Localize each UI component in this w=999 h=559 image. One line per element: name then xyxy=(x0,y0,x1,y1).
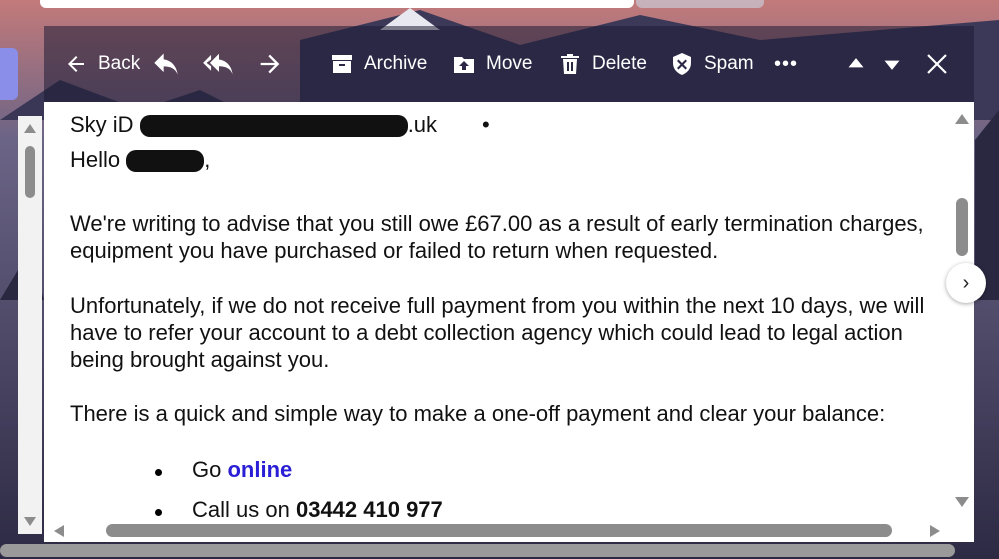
spam-label: Spam xyxy=(704,53,754,74)
redaction-mark xyxy=(139,115,408,138)
back-button[interactable]: Back xyxy=(64,26,140,102)
archive-icon xyxy=(332,55,352,73)
greeting-suffix: , xyxy=(204,147,211,172)
paragraph-payment: There is a quick and simple way to make … xyxy=(70,401,886,426)
scrollbar-thumb[interactable] xyxy=(106,524,892,537)
reply-all-button[interactable] xyxy=(202,26,236,102)
separator-dot: • xyxy=(482,112,490,137)
more-dots-icon: ••• xyxy=(774,52,799,75)
next-message-arrow-button[interactable]: › xyxy=(946,263,986,303)
reply-button[interactable] xyxy=(152,26,180,102)
scrollbar-thumb[interactable] xyxy=(25,146,35,198)
archive-button[interactable]: Archive xyxy=(330,26,427,102)
close-icon xyxy=(927,54,947,74)
back-label: Back xyxy=(98,53,141,74)
scroll-down-arrow-icon[interactable] xyxy=(955,497,969,507)
scroll-left-arrow-icon[interactable] xyxy=(54,525,64,537)
move-folder-icon xyxy=(454,57,474,73)
sender-suffix: .uk xyxy=(407,112,438,137)
archive-label: Archive xyxy=(364,53,428,74)
sender-prefix: Sky iD xyxy=(70,112,134,137)
triangle-up-icon xyxy=(848,58,864,68)
greeting-line: Hello , xyxy=(70,146,210,173)
paragraph-warning: Unfortunately, if we do not receive full… xyxy=(70,293,925,372)
list-item-prefix: Call us on xyxy=(192,497,290,522)
top-bar-secondary xyxy=(636,0,764,8)
forward-button[interactable] xyxy=(256,26,284,102)
arrow-right-icon xyxy=(260,54,280,74)
next-message-button[interactable] xyxy=(882,26,902,102)
list-item: Go online xyxy=(155,456,443,496)
redaction-mark xyxy=(126,150,205,173)
arrow-left-icon xyxy=(68,56,84,72)
online-link[interactable]: online xyxy=(227,457,292,482)
left-scrollbar[interactable] xyxy=(18,116,42,534)
spam-button[interactable]: Spam xyxy=(670,26,754,102)
window-horizontal-scrollbar[interactable] xyxy=(0,544,955,557)
chevron-right-icon: › xyxy=(962,271,970,294)
close-button[interactable] xyxy=(924,26,950,102)
list-item-prefix: Go xyxy=(192,457,222,482)
scrollbar-thumb[interactable] xyxy=(956,198,968,256)
move-label: Move xyxy=(486,53,533,74)
delete-button[interactable]: Delete xyxy=(558,26,647,102)
reply-icon xyxy=(154,53,178,75)
vertical-scrollbar[interactable] xyxy=(948,102,974,520)
scroll-up-arrow-icon[interactable] xyxy=(955,114,969,124)
move-button[interactable]: Move xyxy=(452,26,532,102)
trash-icon xyxy=(561,54,579,74)
delete-label: Delete xyxy=(592,53,647,74)
more-options-button[interactable]: ••• xyxy=(774,26,798,102)
message-toolbar: Back Archive Move Delete Spam ••• xyxy=(44,26,974,102)
greeting-prefix: Hello xyxy=(70,147,121,172)
scroll-up-arrow-icon[interactable] xyxy=(24,124,36,133)
message-body-pane: Sky iD .uk • Hello , We're writing to ad… xyxy=(44,102,974,542)
paragraph-balance: We're writing to advise that you still o… xyxy=(70,211,924,263)
horizontal-scrollbar[interactable] xyxy=(44,520,948,542)
reply-all-icon xyxy=(203,53,233,75)
triangle-down-icon xyxy=(884,60,900,70)
sender-line: Sky iD .uk xyxy=(70,111,437,138)
top-search-field[interactable] xyxy=(40,0,634,8)
left-sidebar-tab[interactable] xyxy=(0,48,18,100)
previous-message-button[interactable] xyxy=(846,26,866,102)
scroll-down-arrow-icon[interactable] xyxy=(24,517,36,526)
phone-number: 03442 410 977 xyxy=(295,497,443,522)
scroll-right-arrow-icon[interactable] xyxy=(930,525,940,537)
shield-icon xyxy=(673,53,691,75)
